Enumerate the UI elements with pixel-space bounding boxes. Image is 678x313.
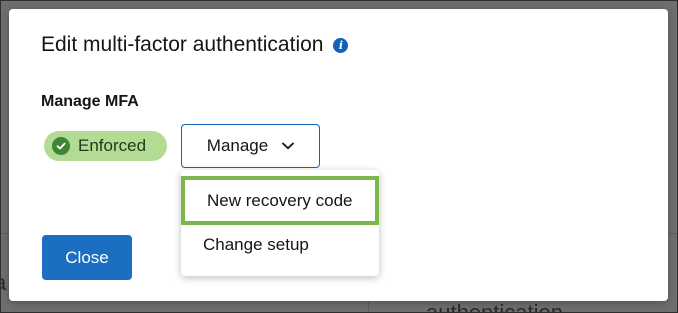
background-text-fragment: a: [0, 270, 8, 300]
status-badge: Enforced: [44, 131, 167, 161]
menu-item-change-setup[interactable]: Change setup: [181, 225, 379, 265]
modal-title: Edit multi-factor authentication i: [41, 33, 349, 57]
chevron-down-icon: [282, 142, 295, 150]
mfa-modal: Edit multi-factor authentication i Manag…: [9, 9, 668, 301]
manage-dropdown-toggle[interactable]: Manage: [181, 124, 320, 168]
info-icon[interactable]: i: [333, 37, 349, 53]
background-text-left: a: [0, 270, 7, 295]
status-badge-label: Enforced: [78, 136, 147, 155]
section-label: Manage MFA: [41, 93, 139, 110]
manage-toggle-label: Manage: [206, 136, 269, 155]
menu-item-new-recovery-code[interactable]: New recovery code: [181, 176, 379, 225]
check-circle-icon: [52, 137, 70, 155]
modal-title-text: Edit multi-factor authentication: [41, 33, 324, 56]
close-button[interactable]: Close: [42, 235, 132, 280]
menu-item-label: New recovery code: [207, 190, 353, 210]
menu-item-label: Change setup: [203, 235, 309, 254]
manage-dropdown-menu: New recovery code Change setup: [181, 170, 379, 276]
